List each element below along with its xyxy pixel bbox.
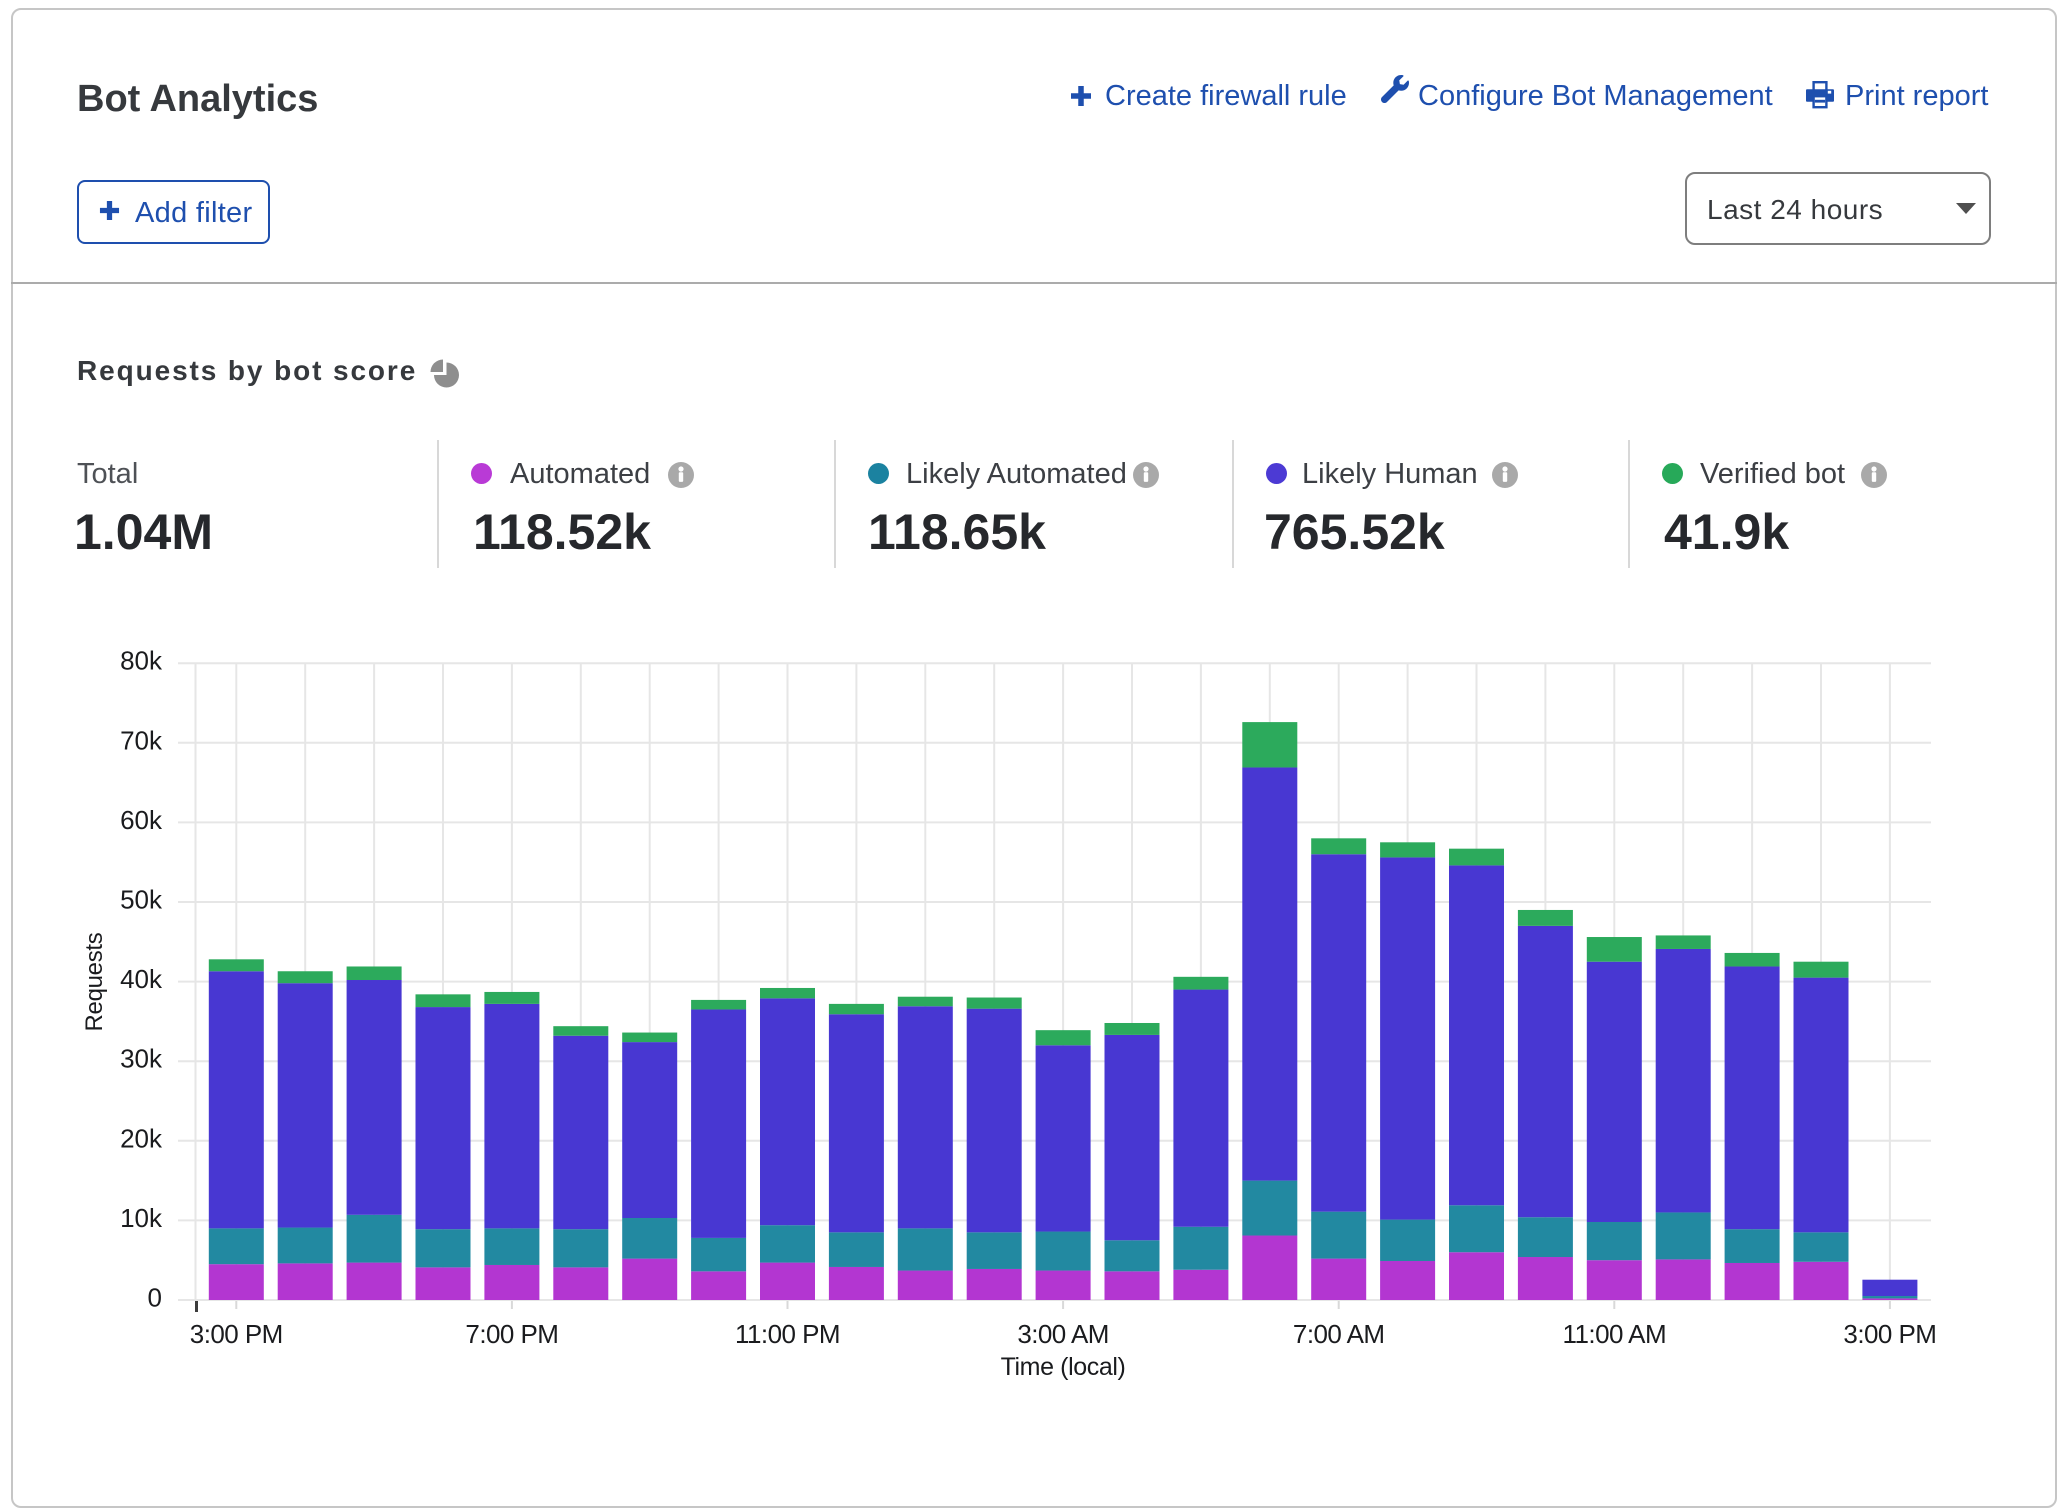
svg-text:3:00 AM: 3:00 AM — [1017, 1319, 1109, 1349]
svg-text:70k: 70k — [120, 725, 163, 755]
svg-text:0: 0 — [148, 1283, 162, 1313]
svg-text:3:00 PM: 3:00 PM — [1843, 1319, 1936, 1349]
svg-text:80k: 80k — [120, 646, 163, 676]
svg-text:50k: 50k — [120, 885, 163, 915]
svg-text:7:00 PM: 7:00 PM — [465, 1319, 558, 1349]
svg-text:11:00 AM: 11:00 AM — [1563, 1319, 1667, 1349]
svg-text:30k: 30k — [120, 1044, 163, 1074]
svg-text:20k: 20k — [120, 1123, 163, 1153]
svg-text:Requests: Requests — [81, 932, 108, 1031]
svg-text:3:00 PM: 3:00 PM — [190, 1319, 283, 1349]
svg-text:Time (local): Time (local) — [1001, 1353, 1126, 1381]
svg-text:60k: 60k — [120, 805, 163, 835]
svg-text:10k: 10k — [120, 1203, 163, 1233]
svg-text:40k: 40k — [120, 964, 163, 994]
svg-text:7:00 AM: 7:00 AM — [1293, 1319, 1385, 1349]
svg-text:11:00 PM: 11:00 PM — [735, 1319, 840, 1349]
